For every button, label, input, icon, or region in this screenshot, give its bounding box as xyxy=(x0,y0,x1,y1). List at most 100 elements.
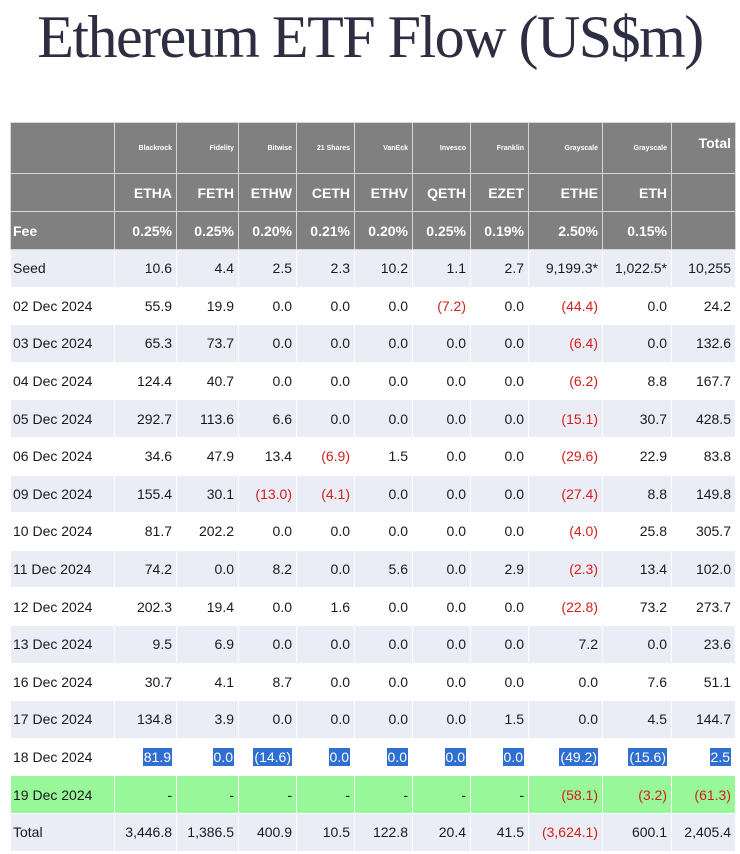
flow-cell: 0.0 xyxy=(176,737,239,777)
flow-cell: 202.2 xyxy=(176,512,239,551)
row-total-cell: 149.8 xyxy=(671,474,736,514)
cell-value: (44.4) xyxy=(561,297,598,314)
cell-value: 0.0 xyxy=(330,410,350,427)
cell-value[interactable]: 0.0 xyxy=(386,748,408,767)
row-total-cell: 144.7 xyxy=(671,700,736,739)
row-date: 16 Dec 2024 xyxy=(10,662,115,702)
flow-cell: (7.2) xyxy=(412,286,471,326)
table-row: 10 Dec 2024 81.7 202.2 0.0 0.0 0.0 0.0 0.0 (4.0)… xyxy=(10,512,736,551)
etf-flow-table: Blackrock Fidelity Bitwise 21 Shares Van… xyxy=(10,122,736,852)
cell-value: 83.8 xyxy=(703,448,731,465)
flow-cell: 0.0 xyxy=(354,700,413,739)
flow-cell: (6.4) xyxy=(528,324,603,363)
issuer-header: Bitwise xyxy=(238,122,297,174)
fee-value: 2.50% xyxy=(528,211,603,250)
cell-value: 202.3 xyxy=(136,598,172,615)
cell-value: (3.2) xyxy=(638,786,667,803)
cell-value: 0.0 xyxy=(388,598,408,615)
cell-value: 0.0 xyxy=(330,373,350,390)
cell-value[interactable]: (14.6) xyxy=(253,748,292,767)
cell-value[interactable]: 0.0 xyxy=(502,748,524,767)
flow-cell: 0.0 xyxy=(354,624,413,664)
cell-value: 102.0 xyxy=(695,561,731,578)
flow-cell: 7.2 xyxy=(528,624,603,664)
cell-value: 0.0 xyxy=(504,335,524,352)
cell-value: 4.5 xyxy=(647,711,667,728)
fee-value: 0.19% xyxy=(470,211,529,250)
row-date: 02 Dec 2024 xyxy=(10,286,115,326)
header-corner xyxy=(10,122,115,174)
fee-value: 0.20% xyxy=(354,211,413,250)
cell-value: 0.0 xyxy=(647,636,667,653)
cell-value: 9,199.3* xyxy=(545,260,598,277)
flow-cell: 0.0 xyxy=(470,624,529,664)
flow-cell: 292.7 xyxy=(114,399,177,438)
cell-value: (61.3) xyxy=(694,786,731,803)
row-total-cell: 305.7 xyxy=(671,512,736,551)
flow-cell: 4.4 xyxy=(176,249,239,288)
flow-cell: 40.7 xyxy=(176,361,239,401)
cell-value: 0.0 xyxy=(647,297,667,314)
flow-cell: (27.4) xyxy=(528,474,603,514)
cell-value: (3,624.1) xyxy=(541,824,598,841)
cell-value: 428.5 xyxy=(695,410,731,427)
cell-value: 13.4 xyxy=(264,448,292,465)
cell-value: 113.6 xyxy=(200,410,234,427)
flow-cell: 0.0 xyxy=(238,324,297,363)
cell-value: 30.1 xyxy=(206,485,234,502)
flow-cell: (4.1) xyxy=(296,474,355,514)
cell-value[interactable]: 81.9 xyxy=(142,748,172,767)
flow-cell: 13.4 xyxy=(602,549,672,589)
cell-value: 2.3 xyxy=(330,260,350,277)
cell-value: 167.7 xyxy=(695,373,731,390)
fee-value: 0.25% xyxy=(176,211,239,250)
cell-value: 0.0 xyxy=(388,636,408,653)
flow-cell: 0.0 xyxy=(354,286,413,326)
cell-value[interactable]: 0.0 xyxy=(212,748,234,767)
cell-value: 0.0 xyxy=(446,673,466,690)
cell-value: 13.4 xyxy=(639,561,667,578)
cell-value[interactable]: 0.0 xyxy=(444,748,466,767)
table-row: 18 Dec 2024 81.9 0.0 (14.6) 0.0 0.0 0.0 0.0 (49.… xyxy=(10,737,736,777)
cell-value: 0.0 xyxy=(272,636,292,653)
flow-cell: - xyxy=(238,775,297,814)
flow-cell: 0.0 xyxy=(470,361,529,401)
cell-value: 1.1 xyxy=(446,260,466,277)
cell-value: 6.6 xyxy=(272,410,292,427)
flow-cell: 113.6 xyxy=(176,399,239,438)
flow-cell: 13.4 xyxy=(238,436,297,476)
flow-cell: 0.0 xyxy=(296,624,355,664)
flow-cell: 6.6 xyxy=(238,399,297,438)
ticker-header: ETH xyxy=(602,173,672,212)
cell-value: 8.8 xyxy=(647,373,667,390)
issuer-header: Franklin xyxy=(470,122,529,174)
cell-value: 51.1 xyxy=(703,673,731,690)
issuer-header: Invesco xyxy=(412,122,471,174)
row-date: 12 Dec 2024 xyxy=(10,587,115,626)
cell-value[interactable]: 0.0 xyxy=(328,748,350,767)
flow-cell: 73.7 xyxy=(176,324,239,363)
cell-value[interactable]: (49.2) xyxy=(559,748,598,767)
cell-value: 10.6 xyxy=(144,260,172,277)
fee-value: 0.15% xyxy=(602,211,672,250)
row-total-cell: 2,405.4 xyxy=(671,812,736,852)
flow-cell: 34.6 xyxy=(114,436,177,476)
flow-cell: 134.8 xyxy=(114,700,177,739)
row-total-cell: 10,255 xyxy=(671,249,736,288)
flow-cell: 0.0 xyxy=(412,512,471,551)
flow-cell: (4.0) xyxy=(528,512,603,551)
cell-value[interactable]: (15.6) xyxy=(628,748,667,767)
cell-value: - xyxy=(287,786,292,803)
flow-cell: 1.6 xyxy=(296,587,355,626)
cell-value: 8.7 xyxy=(272,673,292,690)
cell-value: 30.7 xyxy=(639,410,667,427)
flow-cell: (49.2) xyxy=(528,737,603,777)
cell-value: 0.0 xyxy=(446,561,466,578)
cell-value: 0.0 xyxy=(578,711,598,728)
flow-cell: (44.4) xyxy=(528,286,603,326)
cell-value[interactable]: 2.5 xyxy=(709,748,731,767)
flow-cell: 0.0 xyxy=(470,399,529,438)
fee-label: Fee xyxy=(10,211,115,250)
cell-value: 0.0 xyxy=(504,673,524,690)
cell-value: (22.8) xyxy=(561,598,598,615)
